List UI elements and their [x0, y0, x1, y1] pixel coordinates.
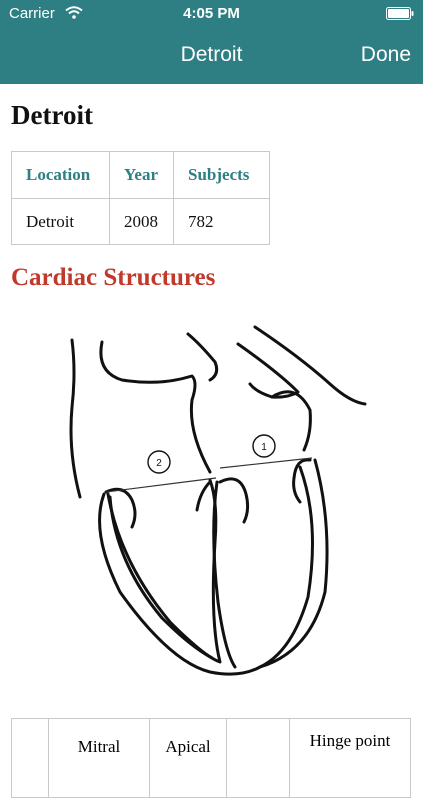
label-1: 1 [261, 442, 267, 453]
table-header-row: Location Year Subjects [11, 151, 270, 199]
pulmonary-outer [253, 325, 367, 406]
battery-icon [386, 7, 414, 24]
navigation-bar: Carrier 4:05 PM Detroit Done [0, 0, 423, 84]
study-info-table: Location Year Subjects Detroit 2008 782 [11, 151, 270, 245]
status-bar: Carrier 4:05 PM [0, 0, 423, 28]
status-time: 4:05 PM [183, 5, 240, 22]
left-outer-contour [69, 338, 82, 499]
page-title: Detroit [11, 100, 93, 130]
valve-leaflet-center-left [195, 480, 212, 512]
aorta-right-wall [186, 332, 219, 382]
right-ventricle-outer [106, 478, 222, 664]
valve-leaflet-center-right [218, 477, 250, 524]
cell-year: 2008 [109, 198, 174, 245]
column-header-mitral: Mitral [48, 718, 150, 798]
section-title: Cardiac Structures [11, 264, 216, 291]
label-2: 2 [156, 458, 162, 469]
column-header-hinge-point: Hinge point [289, 718, 411, 798]
column-header-year: Year [109, 151, 174, 199]
atrial-wall [270, 390, 312, 452]
cell-location: Detroit [11, 198, 110, 245]
column-header-subjects: Subjects [173, 151, 270, 199]
measurement-line-2 [105, 477, 217, 493]
cell-subjects: 782 [173, 198, 270, 245]
table-row: Detroit 2008 782 [11, 198, 270, 245]
cardiac-structures-diagram: 2 1 [60, 322, 380, 690]
column-header-apical: Apical [149, 718, 227, 798]
nav-title: Detroit [180, 43, 243, 66]
done-button[interactable]: Done [361, 43, 411, 67]
inner-left-wall [108, 495, 214, 660]
cell-empty-2 [226, 718, 290, 798]
cell-empty [11, 718, 49, 798]
table-header-row: Mitral Apical Hinge point [11, 718, 411, 798]
column-header-location: Location [11, 151, 110, 199]
measurements-table: Mitral Apical Hinge point [11, 718, 411, 798]
